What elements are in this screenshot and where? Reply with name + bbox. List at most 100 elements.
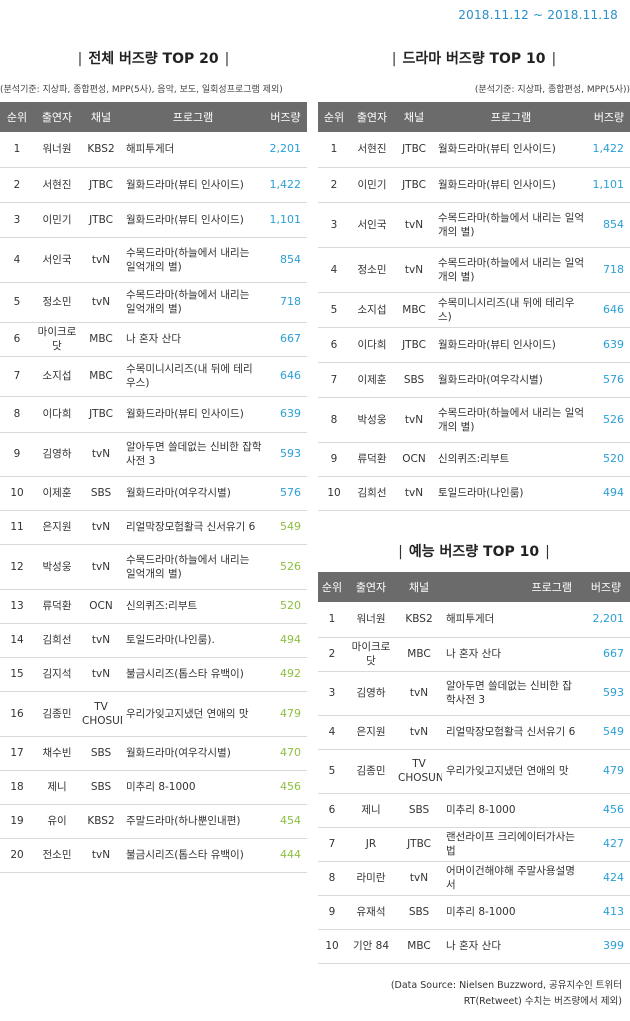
rank-cell: 2 (318, 637, 346, 672)
cast-cell: 제니 (34, 770, 80, 805)
rank-cell: 17 (0, 736, 34, 771)
overall-rows: 1 워너원 KBS2 해피투게더 2,201 2 서현진 JTBC 월화드라마(뷰티 인사이드)… (0, 132, 307, 873)
variety-panel: | 예능 버즈량 TOP 10 | 순위 출연자 채널 프로그램 버즈량 1 워너원 K… (318, 541, 630, 964)
buzz-cell: 593 (264, 432, 307, 477)
program-cell: 수목드라마(하늘에서 내리는 일억개의 별) (122, 237, 264, 283)
cast-cell: 워너원 (346, 602, 396, 638)
program-cell: 리얼막장모험활극 신서유기 6 (442, 715, 582, 750)
header-rank: 순위 (0, 102, 34, 132)
rank-cell: 7 (0, 356, 34, 397)
table-row: 6 마이크로닷 MBC 나 혼자 산다 667 (0, 322, 307, 357)
cast-cell: 김종민 (346, 749, 396, 794)
buzz-cell: 2,201 (264, 132, 307, 168)
buzz-cell: 646 (264, 356, 307, 397)
rank-cell: 15 (0, 657, 34, 692)
channel-cell: tvN (394, 397, 434, 443)
table-row: 9 류덕환 OCN 신의퀴즈:리부트 520 (318, 442, 630, 477)
table-row: 10 기안 84 MBC 나 혼자 산다 399 (318, 929, 630, 964)
table-row: 5 정소민 tvN 수목드라마(하늘에서 내리는 일억개의 별) 718 (0, 282, 307, 323)
header-rank: 순위 (318, 102, 350, 132)
program-cell: 월화드라마(여우각시별) (434, 362, 588, 398)
cast-cell: 김희선 (34, 623, 80, 658)
rank-cell: 5 (318, 749, 346, 794)
cast-cell: 이민기 (34, 202, 80, 238)
channel-cell: tvN (396, 715, 442, 750)
cast-cell: 정소민 (350, 247, 394, 293)
buzz-cell: 399 (582, 929, 630, 964)
channel-cell: SBS (80, 736, 122, 771)
program-cell: 불금시리즈(톱스타 유백이) (122, 838, 264, 873)
buzz-cell: 456 (582, 793, 630, 828)
rank-cell: 7 (318, 362, 350, 398)
cast-cell: 서현진 (34, 167, 80, 203)
buzz-cell: 639 (264, 396, 307, 433)
cast-cell: 서현진 (350, 132, 394, 168)
rank-cell: 8 (318, 861, 346, 896)
channel-cell: tvN (394, 202, 434, 248)
table-row: 7 JR JTBC 랜선라이프 크리에이터가사는법 427 (318, 827, 630, 862)
rank-cell: 5 (0, 282, 34, 323)
program-cell: 수목드라마(하늘에서 내리는 일억개의 별) (434, 397, 588, 443)
rank-cell: 5 (318, 292, 350, 328)
rank-cell: 2 (0, 167, 34, 203)
rank-cell: 1 (318, 132, 350, 168)
channel-cell: JTBC (80, 396, 122, 433)
buzz-cell: 576 (588, 362, 630, 398)
cast-cell: 김종민 (34, 691, 80, 737)
header-channel: 채널 (80, 102, 122, 132)
table-row: 10 이제훈 SBS 월화드라마(여우각시별) 576 (0, 476, 307, 511)
channel-cell: SBS (396, 895, 442, 930)
program-cell: 알아두면 쓸데없는 신비한 잡학사전 3 (442, 671, 582, 716)
buzz-cell: 520 (264, 589, 307, 624)
buzz-cell: 2,201 (582, 602, 630, 638)
source-note: (Data Source: Nielsen Buzzword, 공유지수인 트위… (390, 980, 622, 1007)
cast-cell: 김영하 (346, 671, 396, 716)
rank-cell: 6 (318, 327, 350, 363)
buzz-cell: 639 (588, 327, 630, 363)
buzz-cell: 1,101 (588, 167, 630, 203)
cast-cell: 김희선 (350, 476, 394, 511)
program-cell: 월화드라마(뷰티 인사이드) (122, 202, 264, 238)
program-cell: 미추리 8-1000 (442, 793, 582, 828)
table-row: 20 전소민 tvN 불금시리즈(톱스타 유백이) 444 (0, 838, 307, 873)
program-cell: 알아두면 쓸데없는 신비한 잡학사전 3 (122, 432, 264, 477)
buzz-cell: 456 (264, 770, 307, 805)
program-cell: 나 혼자 산다 (122, 322, 264, 357)
cast-cell: 이제훈 (350, 362, 394, 398)
program-cell: 신의퀴즈:리부트 (122, 589, 264, 624)
table-row: 6 이다희 JTBC 월화드라마(뷰티 인사이드) 639 (318, 327, 630, 363)
channel-cell: SBS (80, 476, 122, 511)
table-row: 2 마이크로닷 MBC 나 혼자 산다 667 (318, 637, 630, 672)
cast-cell: 은지원 (346, 715, 396, 750)
cast-cell: 이민기 (350, 167, 394, 203)
channel-cell: tvN (80, 838, 122, 873)
program-cell: 수목미니시리즈(내 뒤에 테리우스) (434, 292, 588, 328)
table-header-row: 순위 출연자 채널 프로그램 버즈량 (318, 572, 630, 602)
channel-cell: tvN (394, 476, 434, 511)
cast-cell: 이다희 (34, 396, 80, 433)
rank-cell: 4 (318, 247, 350, 293)
program-cell: 나 혼자 산다 (442, 637, 582, 672)
rank-cell: 8 (0, 396, 34, 433)
program-cell: 해피투게더 (122, 132, 264, 168)
table-row: 8 박성웅 tvN 수목드라마(하늘에서 내리는 일억개의 별) 526 (318, 397, 630, 443)
rank-cell: 9 (0, 432, 34, 477)
overall-title: | 전체 버즈량 TOP 20 | (77, 51, 230, 67)
program-cell: 신의퀴즈:리부트 (434, 442, 588, 477)
header-cast: 출연자 (350, 102, 394, 132)
rank-cell: 10 (318, 929, 346, 964)
program-cell: 우리가잊고지냈던 연애의 맛 (442, 749, 582, 794)
cast-cell: 김영하 (34, 432, 80, 477)
program-cell: 수목드라마(하늘에서 내리는 일억개의 별) (434, 202, 588, 248)
channel-cell: MBC (394, 292, 434, 328)
channel-cell: JTBC (394, 327, 434, 363)
program-cell: 어머이건해야해 주말사용설명서 (442, 861, 582, 896)
table-row: 5 김종민 TV CHOSUN 우리가잊고지냈던 연애의 맛 479 (318, 749, 630, 794)
cast-cell: 정소민 (34, 282, 80, 323)
drama-title: | 드라마 버즈량 TOP 10 | (391, 51, 557, 67)
rank-cell: 2 (318, 167, 350, 203)
rank-cell: 11 (0, 510, 34, 545)
buzz-cell: 718 (264, 282, 307, 323)
date-range: 2018.11.12 ~ 2018.11.18 (458, 8, 618, 22)
table-row: 2 이민기 JTBC 월화드라마(뷰티 인사이드) 1,101 (318, 167, 630, 203)
